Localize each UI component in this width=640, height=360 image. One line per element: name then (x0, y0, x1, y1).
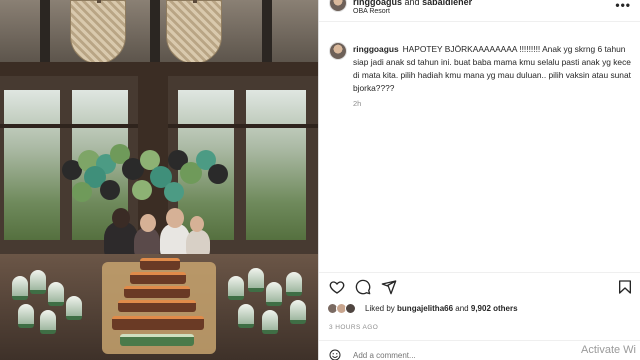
coauthor-username[interactable]: sabaidiener (422, 0, 472, 7)
post-location[interactable]: OBA Resort (353, 8, 390, 15)
post-side-panel: ringgoagus and sabaidiener OBA Resort ••… (318, 0, 640, 360)
caption-time: 2h (353, 99, 362, 108)
activation-watermark: Activate Wi (580, 344, 636, 356)
liker-username[interactable]: bungajelitha66 (397, 304, 453, 313)
likes-others-count[interactable]: 9,902 others (471, 304, 518, 313)
author-avatar[interactable] (329, 0, 347, 12)
window-wall (0, 76, 318, 254)
post-caption: ringgoagus HAPOTEY BJÖRKAAAAAAAA !!!!!!!!… (353, 43, 633, 95)
bookmark-icon[interactable] (617, 279, 633, 295)
author-line: ringgoagus and sabaidiener (353, 0, 472, 7)
post-photo[interactable] (0, 0, 318, 360)
ceiling-beam (262, 0, 272, 62)
author-connector: and (404, 0, 420, 7)
wall-band (0, 62, 318, 76)
smiley-icon[interactable] (329, 349, 341, 360)
rattan-lamp (70, 0, 126, 64)
post-header: ringgoagus and sabaidiener OBA Resort ••… (319, 0, 640, 22)
liker-avatar[interactable] (345, 303, 356, 314)
ceiling-beam (40, 0, 50, 62)
liked-by-connector: and (455, 304, 469, 313)
rattan-lamp (166, 0, 222, 64)
caption-username[interactable]: ringgoagus (353, 44, 399, 54)
window-pane (246, 90, 306, 240)
post-timestamp[interactable]: 3 HOURS AGO (329, 324, 378, 331)
window-pane (4, 90, 60, 240)
more-options-icon[interactable]: ••• (615, 0, 631, 12)
speech-bubble-icon[interactable] (355, 279, 371, 295)
heart-icon[interactable] (329, 279, 345, 295)
action-bar (319, 272, 640, 300)
paper-plane-icon[interactable] (381, 279, 397, 295)
ceiling-beam (150, 0, 160, 62)
author-username[interactable]: ringgoagus (353, 0, 402, 7)
liked-by-prefix: Liked by (365, 304, 395, 313)
caption-avatar[interactable] (329, 42, 347, 60)
comment-input[interactable] (353, 351, 553, 360)
liked-by-text: Liked by bungajelitha66 and 9,902 others (365, 304, 518, 313)
likes-row: Liked by bungajelitha66 and 9,902 others (327, 300, 637, 316)
